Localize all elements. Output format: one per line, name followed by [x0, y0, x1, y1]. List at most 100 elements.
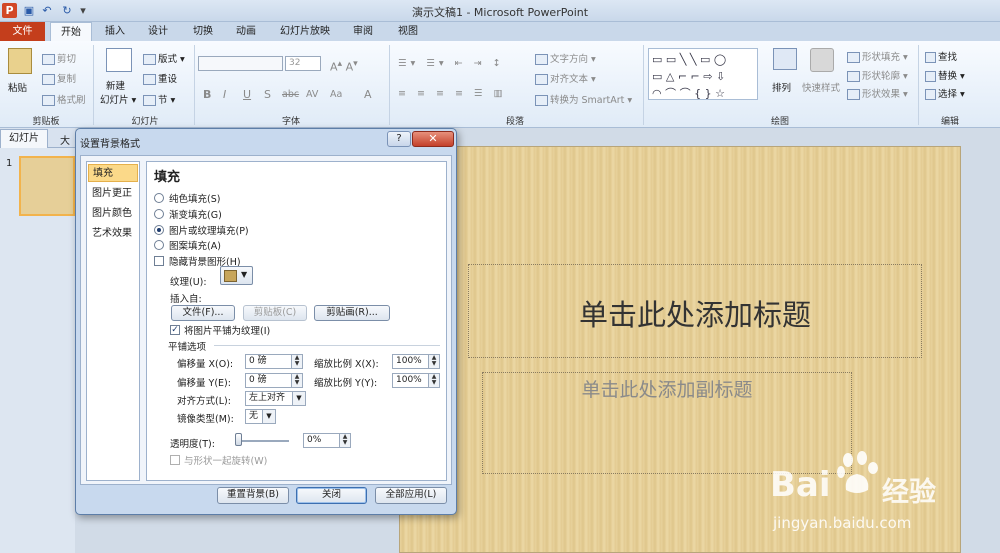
grow-font-icon[interactable]: A▴ A▾: [330, 58, 358, 74]
alignment-select[interactable]: 左上对齐: [245, 391, 293, 406]
title-placeholder-text[interactable]: 单击此处添加标题: [468, 292, 922, 334]
scale-x-field[interactable]: 100%: [392, 354, 429, 369]
solid-fill-radio[interactable]: [154, 193, 164, 203]
quick-styles-button[interactable]: 快速样式: [802, 80, 840, 94]
nav-picture-color[interactable]: 图片颜色: [88, 205, 138, 223]
clipboard-button[interactable]: 剪贴板(C): [243, 305, 307, 321]
gradient-fill-label[interactable]: 渐变填充(G): [169, 207, 222, 221]
help-button[interactable]: ?: [387, 131, 411, 147]
slide-thumbnail[interactable]: [19, 156, 75, 216]
shape-outline-button[interactable]: 形状轮廓 ▾: [847, 68, 908, 82]
offset-x-spinner[interactable]: ▲ ▼: [291, 354, 303, 369]
tile-texture-label[interactable]: 将图片平铺为纹理(I): [184, 323, 270, 337]
pattern-fill-label[interactable]: 图案填充(A): [169, 238, 221, 252]
tab-animations[interactable]: 动画: [228, 22, 264, 41]
hide-background-checkbox[interactable]: [154, 256, 164, 266]
picture-fill-radio[interactable]: [154, 225, 164, 235]
tab-home[interactable]: 开始: [50, 22, 92, 41]
offset-y-spinner[interactable]: ▲ ▼: [291, 373, 303, 388]
texture-dropdown[interactable]: ▼: [220, 266, 253, 285]
close-window-button[interactable]: ✕: [412, 131, 454, 147]
arrange-icon[interactable]: [773, 48, 797, 70]
tab-view[interactable]: 视图: [390, 22, 426, 41]
format-painter-button[interactable]: 格式刷: [42, 92, 86, 106]
smartart-button[interactable]: 转换为 SmartArt ▾: [535, 92, 632, 106]
subtitle-placeholder-text[interactable]: 单击此处添加副标题: [482, 375, 852, 402]
font-color-button[interactable]: A: [364, 88, 372, 101]
paste-icon[interactable]: [8, 48, 32, 74]
select-button[interactable]: 选择 ▾: [925, 86, 965, 100]
text-direction-button[interactable]: 文字方向 ▾: [535, 51, 596, 65]
underline-button[interactable]: U: [243, 88, 251, 101]
group-paragraph-label: 段落: [505, 117, 524, 127]
scale-y-field[interactable]: 100%: [392, 373, 429, 388]
list-buttons[interactable]: ☰▾ ☰▾ ⇤ ⇥ ↕: [398, 58, 505, 69]
solid-fill-label[interactable]: 纯色填充(S): [169, 191, 220, 205]
shapes-glyphs[interactable]: ▭ ▭ ╲ ╲ ▭ ◯ ▭ △ ⌐ ⌐ ⇨ ⇩ ◠ ⌒ ⌒ { } ☆: [652, 51, 756, 102]
transparency-field[interactable]: 0%: [303, 433, 340, 448]
new-slide-label[interactable]: 新建: [106, 78, 125, 92]
apply-to-all-button[interactable]: 全部应用(L): [375, 487, 447, 504]
reset-background-button[interactable]: 重置背景(B): [217, 487, 289, 504]
section-button[interactable]: 节 ▾: [143, 92, 175, 106]
transparency-spinner[interactable]: ▲ ▼: [339, 433, 351, 448]
copy-button[interactable]: 复制: [42, 71, 76, 85]
file-button[interactable]: 文件(F)...: [171, 305, 235, 321]
tab-insert[interactable]: 插入: [97, 22, 133, 41]
rotate-with-shape-checkbox[interactable]: [170, 455, 180, 465]
font-size-field[interactable]: 32: [285, 56, 321, 71]
tab-file[interactable]: 文件: [0, 22, 45, 41]
find-button[interactable]: 查找: [925, 49, 957, 63]
tab-transitions[interactable]: 切换: [185, 22, 221, 41]
gradient-fill-radio[interactable]: [154, 209, 164, 219]
new-slide-dropdown[interactable]: 幻灯片 ▾: [100, 92, 136, 106]
tab-outline[interactable]: 大: [60, 132, 70, 147]
picture-fill-label[interactable]: 图片或纹理填充(P): [169, 223, 249, 237]
quick-styles-icon[interactable]: [810, 48, 834, 72]
align-text-button[interactable]: 对齐文本 ▾: [535, 71, 596, 85]
new-slide-icon[interactable]: [106, 48, 132, 72]
baidu-watermark: Bai 经验 jingyan.baidu.com: [770, 450, 1000, 553]
pattern-fill-radio[interactable]: [154, 240, 164, 250]
change-case-button[interactable]: Aa: [330, 89, 342, 100]
nav-fill[interactable]: 填充: [88, 164, 138, 182]
offset-x-label: 偏移量 X(O):: [177, 359, 234, 370]
bold-button[interactable]: B: [203, 88, 211, 101]
group-drawing-label: 绘图: [770, 117, 789, 127]
mirror-dropdown-icon[interactable]: ▼: [262, 409, 276, 424]
scissors-icon: [42, 54, 55, 65]
layout-button[interactable]: 版式 ▾: [143, 51, 185, 65]
transparency-slider-track[interactable]: [237, 440, 289, 442]
tab-review[interactable]: 审阅: [345, 22, 381, 41]
paste-button[interactable]: 粘贴: [8, 80, 27, 94]
replace-button[interactable]: 替换 ▾: [925, 68, 965, 82]
arrange-button[interactable]: 排列: [772, 80, 791, 94]
offset-y-field[interactable]: 0 磅: [245, 373, 292, 388]
nav-picture-corrections[interactable]: 图片更正: [88, 185, 138, 203]
transparency-slider-thumb[interactable]: [235, 433, 242, 446]
shape-effects-button[interactable]: 形状效果 ▾: [847, 86, 908, 100]
cut-button[interactable]: 剪切: [42, 51, 76, 65]
tab-slides[interactable]: 幻灯片: [0, 129, 48, 148]
mirror-type-select[interactable]: 无: [245, 409, 263, 424]
alignment-dropdown-icon[interactable]: ▼: [292, 391, 306, 406]
font-name-field[interactable]: [198, 56, 283, 71]
nav-artistic-effects[interactable]: 艺术效果: [88, 225, 138, 243]
italic-button[interactable]: I: [223, 88, 226, 101]
tile-texture-checkbox[interactable]: ✓: [170, 325, 180, 335]
offset-x-field[interactable]: 0 磅: [245, 354, 292, 369]
ribbon-separator: [918, 45, 919, 125]
reset-button[interactable]: 重设: [143, 71, 177, 85]
shape-fill-button[interactable]: 形状填充 ▾: [847, 49, 908, 63]
align-buttons[interactable]: ≡ ≡ ≡ ≡ ☰ ▥: [398, 88, 506, 99]
clipart-button[interactable]: 剪贴画(R)...: [314, 305, 390, 321]
scale-x-spinner[interactable]: ▲ ▼: [428, 354, 440, 369]
char-spacing-button[interactable]: AV: [306, 89, 318, 100]
shadow-button[interactable]: S: [264, 88, 271, 101]
tab-design[interactable]: 设计: [140, 22, 176, 41]
strikethrough-button[interactable]: abc: [282, 89, 299, 100]
tab-slideshow[interactable]: 幻灯片放映: [273, 22, 337, 41]
scale-y-spinner[interactable]: ▲ ▼: [428, 373, 440, 388]
dialog-close-button[interactable]: 关闭: [296, 487, 367, 504]
rotate-with-shape-label[interactable]: 与形状一起旋转(W): [184, 453, 267, 467]
